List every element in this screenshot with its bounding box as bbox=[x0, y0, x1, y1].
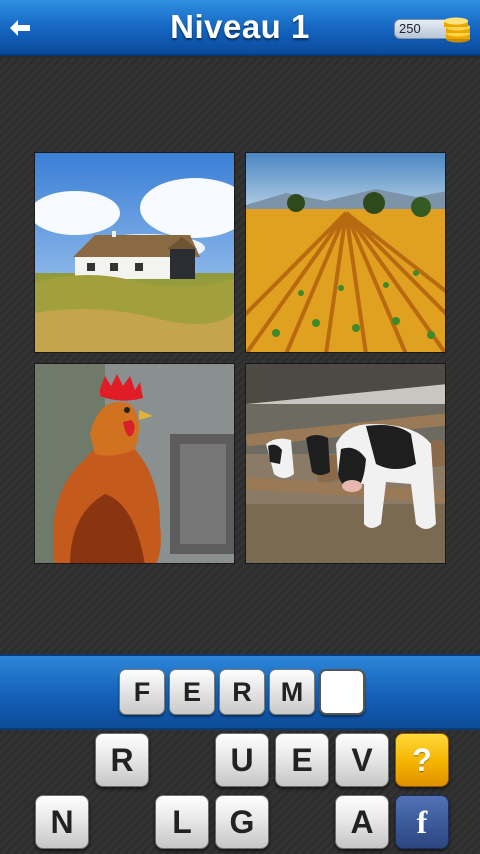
answer-slot-2[interactable]: E bbox=[169, 669, 215, 715]
coins-icon bbox=[444, 17, 470, 43]
picture-board bbox=[0, 58, 480, 654]
hint-button[interactable]: ? bbox=[395, 733, 449, 787]
answer-slot-4[interactable]: M bbox=[269, 669, 315, 715]
letter-key-1[interactable]: R bbox=[95, 733, 149, 787]
letter-key-5[interactable]: V bbox=[335, 733, 389, 787]
letter-key-7[interactable]: N bbox=[35, 795, 89, 849]
letter-key-9[interactable]: L bbox=[155, 795, 209, 849]
top-bar: Niveau 1 250 bbox=[0, 0, 480, 56]
picture-cows[interactable] bbox=[245, 363, 446, 564]
answer-slot-5[interactable] bbox=[319, 669, 365, 715]
answer-slot-3[interactable]: R bbox=[219, 669, 265, 715]
facebook-share-button[interactable]: f bbox=[395, 795, 449, 849]
picture-field[interactable] bbox=[245, 152, 446, 353]
picture-rooster[interactable] bbox=[34, 363, 235, 564]
letter-key-12[interactable]: A bbox=[335, 795, 389, 849]
picture-house[interactable] bbox=[34, 152, 235, 353]
letter-key-4[interactable]: E bbox=[275, 733, 329, 787]
answer-slot-1[interactable]: F bbox=[119, 669, 165, 715]
letter-key-3[interactable]: U bbox=[215, 733, 269, 787]
letter-key-10[interactable]: G bbox=[215, 795, 269, 849]
